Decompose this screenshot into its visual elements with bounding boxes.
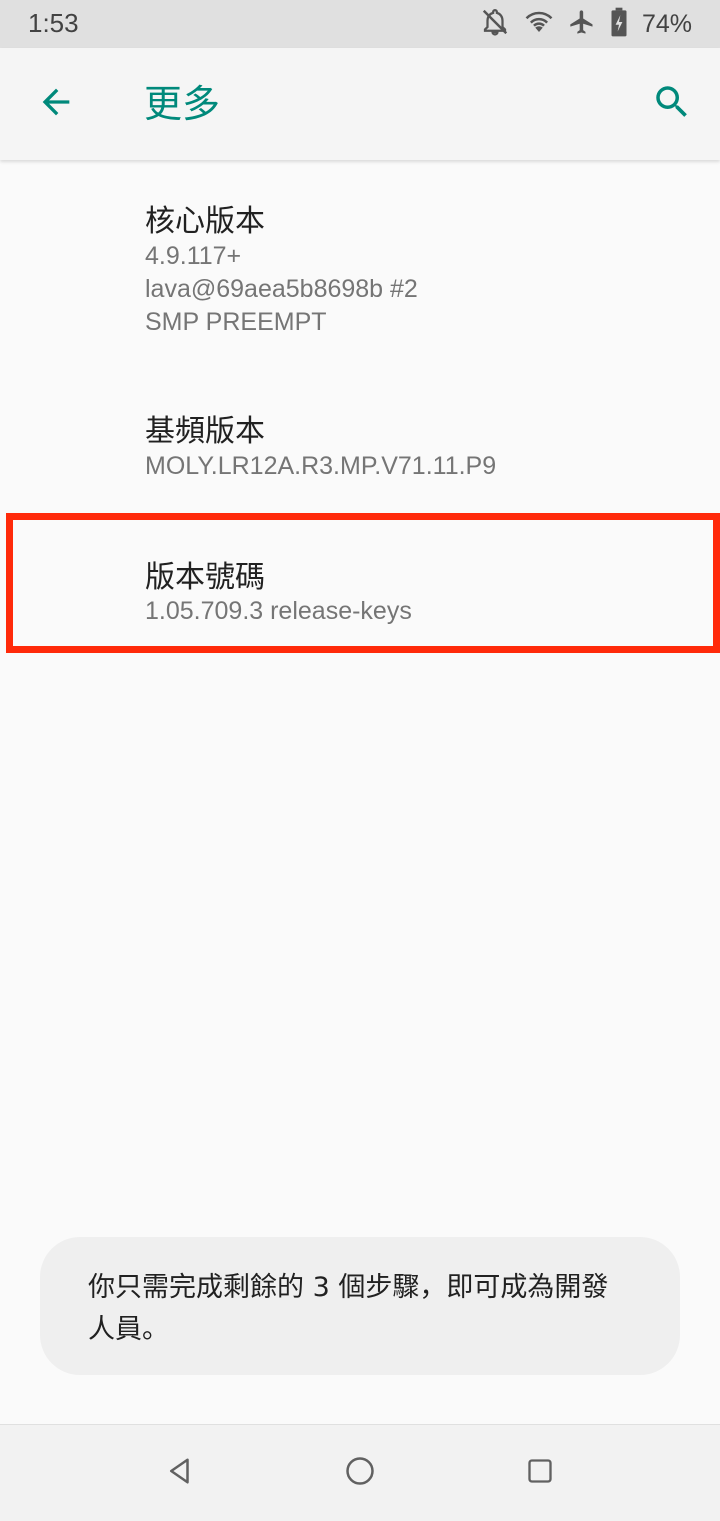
search-icon bbox=[651, 81, 693, 127]
nav-home-icon bbox=[345, 1456, 375, 1490]
pref-title: 基頻版本 bbox=[145, 414, 265, 449]
pref-summary: 1.05.709.3 release-keys bbox=[145, 597, 412, 625]
page-title: 更多 bbox=[144, 82, 221, 126]
nav-back-icon bbox=[165, 1456, 195, 1490]
pref-summary: MOLY.LR12A.R3.MP.V71.11.P9 bbox=[145, 452, 497, 480]
pref-summary: 4.9.117+ lava@69aea5b8698b #2 SMP PREEMP… bbox=[145, 242, 418, 336]
pref-title: 核心版本 bbox=[145, 204, 265, 239]
nav-recents-icon bbox=[526, 1457, 554, 1489]
app-bar: 更多 bbox=[0, 48, 720, 160]
pref-baseband-version[interactable]: 基頻版本 MOLY.LR12A.R3.MP.V71.11.P9 bbox=[0, 370, 720, 510]
arrow-back-icon bbox=[36, 82, 76, 126]
search-button[interactable] bbox=[644, 76, 700, 132]
toast-message: 你只需完成剩餘的 3 個步驟，即可成為開發人員。 bbox=[88, 1272, 609, 1345]
nav-home-button[interactable] bbox=[336, 1449, 384, 1497]
nav-recents-button[interactable] bbox=[516, 1449, 564, 1497]
toast: 你只需完成剩餘的 3 個步驟，即可成為開發人員。 bbox=[40, 1237, 680, 1375]
battery-percent: 74% bbox=[641, 9, 692, 38]
pref-kernel-version[interactable]: 核心版本 4.9.117+ lava@69aea5b8698b #2 SMP P… bbox=[0, 160, 720, 360]
status-icons: 74% bbox=[480, 6, 692, 42]
battery-charging-icon bbox=[610, 7, 628, 41]
wifi-icon bbox=[524, 7, 554, 41]
navigation-bar bbox=[0, 1424, 720, 1521]
pref-build-number[interactable]: 版本號碼 1.05.709.3 release-keys bbox=[0, 516, 720, 646]
airplane-mode-icon bbox=[568, 8, 596, 40]
pref-title: 版本號碼 bbox=[145, 560, 265, 595]
status-bar: 1:53 74% bbox=[0, 0, 720, 48]
back-button[interactable] bbox=[28, 76, 84, 132]
notifications-off-icon bbox=[480, 7, 510, 41]
nav-back-button[interactable] bbox=[156, 1449, 204, 1497]
status-time: 1:53 bbox=[28, 8, 79, 38]
